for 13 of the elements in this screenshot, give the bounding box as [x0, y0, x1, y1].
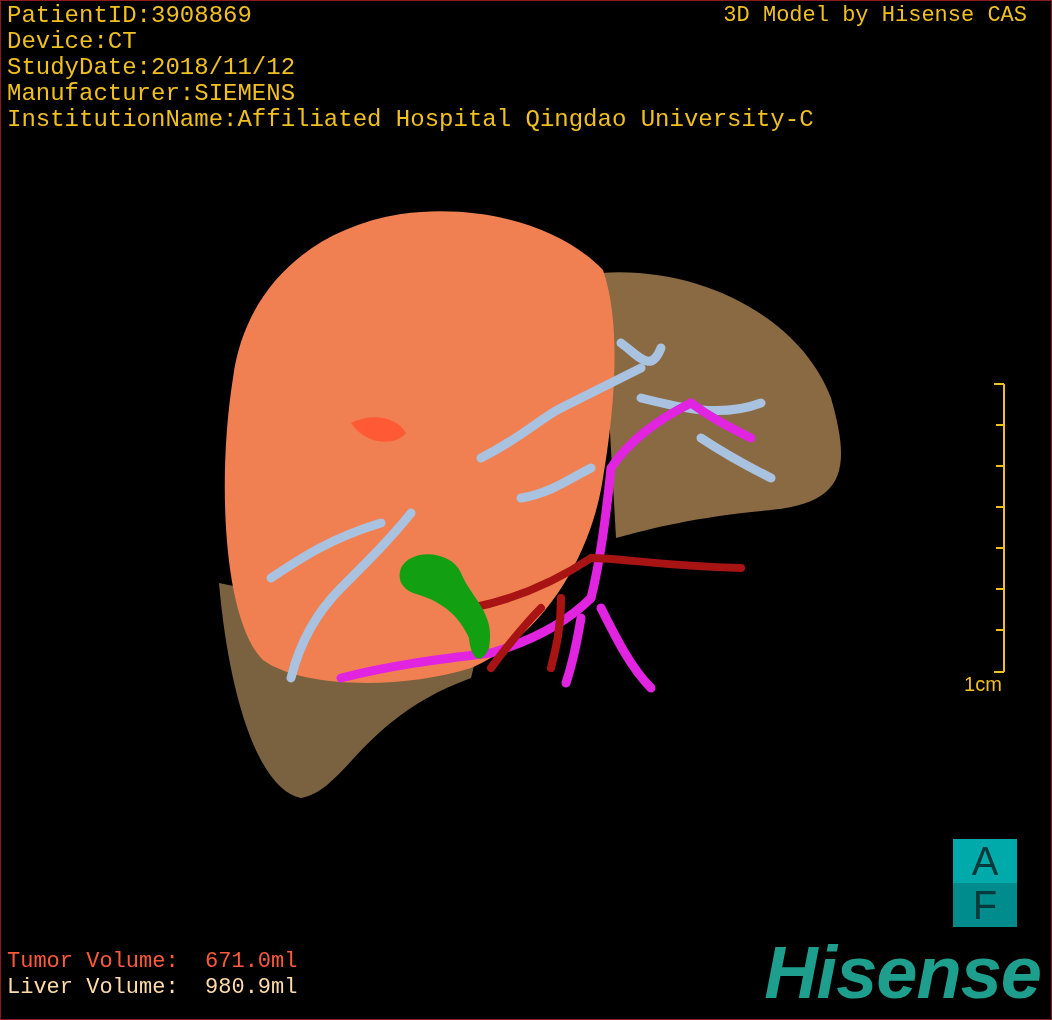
study-info-line: Manufacturer:SIEMENS	[7, 81, 297, 107]
study-info-line: Device:CT	[7, 29, 138, 55]
study-info-line: PatientID:3908869	[7, 3, 252, 29]
model-credit: 3D Model by Hisense CAS	[723, 3, 1027, 29]
brand-logo: Hisense	[764, 933, 1042, 1013]
study-info-line: InstitutionName:Affiliated Hospital Qingdao University-C	[7, 107, 815, 133]
cube-face-label: A	[953, 839, 1017, 883]
volume-reading: Liver Volume: 980.9ml	[7, 975, 298, 1001]
volume-reading: Tumor Volume: 671.0ml	[7, 949, 298, 975]
orientation-cube[interactable]: A F	[953, 839, 1017, 927]
study-info-line: StudyDate:2018/11/12	[7, 55, 297, 81]
cube-face-label: F	[953, 883, 1017, 927]
scale-label: 1cm	[964, 673, 1002, 695]
